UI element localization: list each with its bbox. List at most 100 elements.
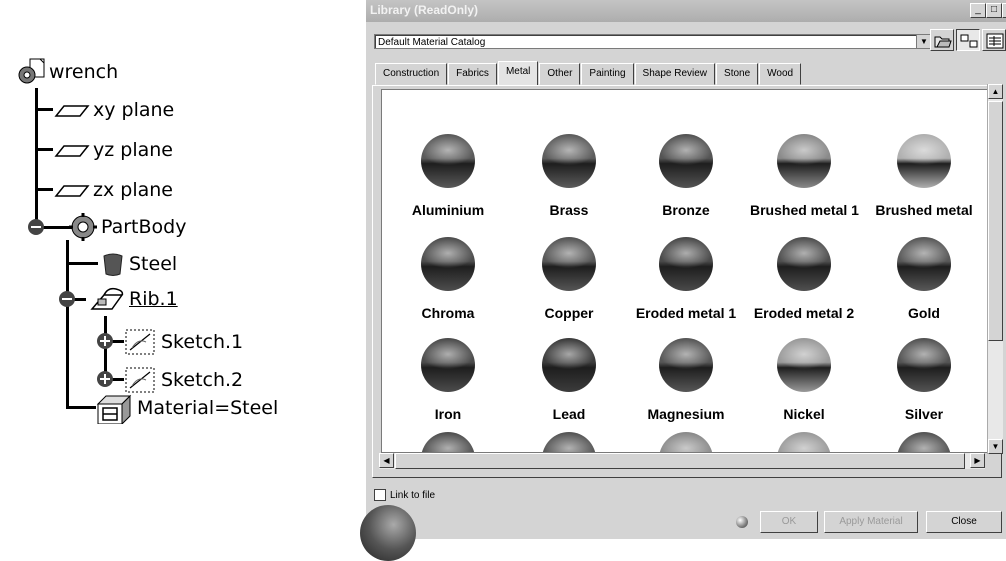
partbody-gear-icon <box>68 213 98 241</box>
material-item[interactable]: Iron <box>394 338 502 422</box>
material-tabs: Construction Fabrics Metal Other Paintin… <box>375 61 802 85</box>
material-item[interactable]: Brass <box>515 134 623 218</box>
close-label: Close <box>951 516 977 527</box>
material-name: Brushed metal 1 <box>750 202 859 218</box>
material-name: Bronze <box>662 202 710 218</box>
expand-sketch2-icon[interactable] <box>97 371 113 387</box>
tab-shape-review[interactable]: Shape Review <box>634 63 716 85</box>
tab-construction[interactable]: Construction <box>375 63 448 85</box>
material-sphere-icon <box>897 432 951 452</box>
tab-fabrics[interactable]: Fabrics <box>448 63 497 85</box>
material-name: Copper <box>544 305 594 321</box>
catalog-dropdown[interactable]: Default Material Catalog ▼ <box>374 34 932 49</box>
material-name: Gold <box>908 305 940 321</box>
material-item[interactable]: Gold <box>870 237 978 321</box>
material-item[interactable]: Brushed metal <box>870 134 978 218</box>
material-label: Material=Steel <box>137 397 279 419</box>
tree-node-xy-plane[interactable]: xy plane <box>54 95 174 125</box>
material-item[interactable]: Brushed metal 1 <box>750 134 859 218</box>
material-name: Nickel <box>783 406 825 422</box>
material-sphere-icon <box>777 134 831 188</box>
material-box-icon <box>94 394 134 426</box>
tree-node-sketch2[interactable]: Sketch.2 <box>124 365 243 395</box>
tree-node-rib[interactable]: Rib.1 <box>86 284 178 314</box>
list-view-button[interactable] <box>982 29 1006 51</box>
scroll-up-icon[interactable]: ▲ <box>988 84 1003 99</box>
material-item[interactable]: Aluminium <box>394 134 502 218</box>
material-item[interactable]: Bronze <box>632 134 740 218</box>
tab-wood[interactable]: Wood <box>759 63 802 85</box>
chevron-down-icon[interactable]: ▼ <box>916 35 931 48</box>
tree-node-partbody[interactable]: PartBody <box>68 212 186 242</box>
tab-other[interactable]: Other <box>539 63 581 85</box>
close-button[interactable]: Close <box>926 511 1002 533</box>
vertical-scroll-thumb[interactable] <box>988 101 1003 341</box>
ok-button[interactable]: OK <box>736 511 818 533</box>
material-item[interactable] <box>870 432 978 452</box>
material-item[interactable]: Eroded metal 2 <box>750 237 858 321</box>
vertical-scrollbar[interactable]: ▲ ▼ <box>987 84 1003 454</box>
material-item[interactable] <box>515 432 623 452</box>
material-name: Eroded metal 2 <box>753 305 855 321</box>
material-item[interactable]: Chroma <box>394 237 502 321</box>
collapse-partbody-icon[interactable] <box>28 219 44 235</box>
details-list-icon <box>986 33 1004 49</box>
zx-plane-label: zx plane <box>93 179 173 201</box>
maximize-button[interactable]: □ <box>986 3 1002 18</box>
steel-label: Steel <box>129 253 178 275</box>
library-dialog: Library (ReadOnly) _ □ × Default Materia… <box>360 0 1006 561</box>
tab-painting[interactable]: Painting <box>581 63 634 85</box>
tree-node-steel[interactable]: Steel <box>100 249 177 279</box>
horizontal-scrollbar[interactable]: ◀ ▶ <box>379 453 985 469</box>
yz-plane-label: yz plane <box>93 139 173 161</box>
material-sphere-icon <box>659 338 713 392</box>
tree-node-root[interactable]: wrench <box>16 57 118 87</box>
material-sphere-icon <box>542 237 596 291</box>
minimize-button[interactable]: _ <box>970 3 986 18</box>
material-item[interactable]: Nickel <box>750 338 858 422</box>
material-sphere-icon <box>659 432 713 452</box>
material-item[interactable]: Lead <box>515 338 623 422</box>
material-sphere-icon <box>421 338 475 392</box>
scroll-left-icon[interactable]: ◀ <box>379 453 394 468</box>
material-sphere-icon <box>659 134 713 188</box>
material-name: Silver <box>904 406 944 422</box>
material-sphere-icon <box>777 432 831 452</box>
scroll-right-icon[interactable]: ▶ <box>970 453 985 468</box>
material-item[interactable] <box>750 432 858 452</box>
icon-view-button[interactable] <box>956 29 980 51</box>
tab-metal[interactable]: Metal <box>497 61 539 85</box>
material-sphere-icon <box>777 237 831 291</box>
tree-node-yz-plane[interactable]: yz plane <box>54 135 173 165</box>
material-item[interactable]: Silver <box>870 338 978 422</box>
collapse-rib-icon[interactable] <box>59 291 75 307</box>
catalog-value: Default Material Catalog <box>378 37 486 48</box>
material-sphere-icon <box>777 338 831 392</box>
material-name: Brass <box>549 202 589 218</box>
tab-stone[interactable]: Stone <box>716 63 759 85</box>
material-name: Aluminium <box>411 202 485 218</box>
material-sphere-icon <box>897 237 951 291</box>
scroll-down-icon[interactable]: ▼ <box>988 439 1003 454</box>
rib-icon <box>86 285 126 313</box>
material-item[interactable]: Eroded metal 1 <box>632 237 740 321</box>
material-item[interactable] <box>632 432 740 452</box>
material-item[interactable]: Copper <box>515 237 623 321</box>
open-catalog-button[interactable] <box>930 29 954 51</box>
tree-node-zx-plane[interactable]: zx plane <box>54 175 173 205</box>
title-bar[interactable]: Library (ReadOnly) _ □ × <box>366 0 1006 22</box>
expand-sketch1-icon[interactable] <box>97 333 113 349</box>
tree-node-material[interactable]: Material=Steel <box>94 393 279 426</box>
tree-node-sketch1[interactable]: Sketch.1 <box>124 327 243 357</box>
material-name: Iron <box>434 406 462 422</box>
link-to-file-checkbox[interactable] <box>374 489 386 501</box>
horizontal-scroll-thumb[interactable] <box>395 453 965 469</box>
material-item[interactable] <box>394 432 502 452</box>
link-to-file-option[interactable]: Link to file <box>374 489 435 501</box>
material-sphere-icon <box>897 134 951 188</box>
sketch1-label: Sketch.1 <box>161 331 244 353</box>
material-item[interactable]: Magnesium <box>632 338 740 422</box>
apply-material-button[interactable]: Apply Material <box>824 511 918 533</box>
close-window-button[interactable]: × <box>1002 3 1006 18</box>
sketch-icon <box>124 328 158 356</box>
